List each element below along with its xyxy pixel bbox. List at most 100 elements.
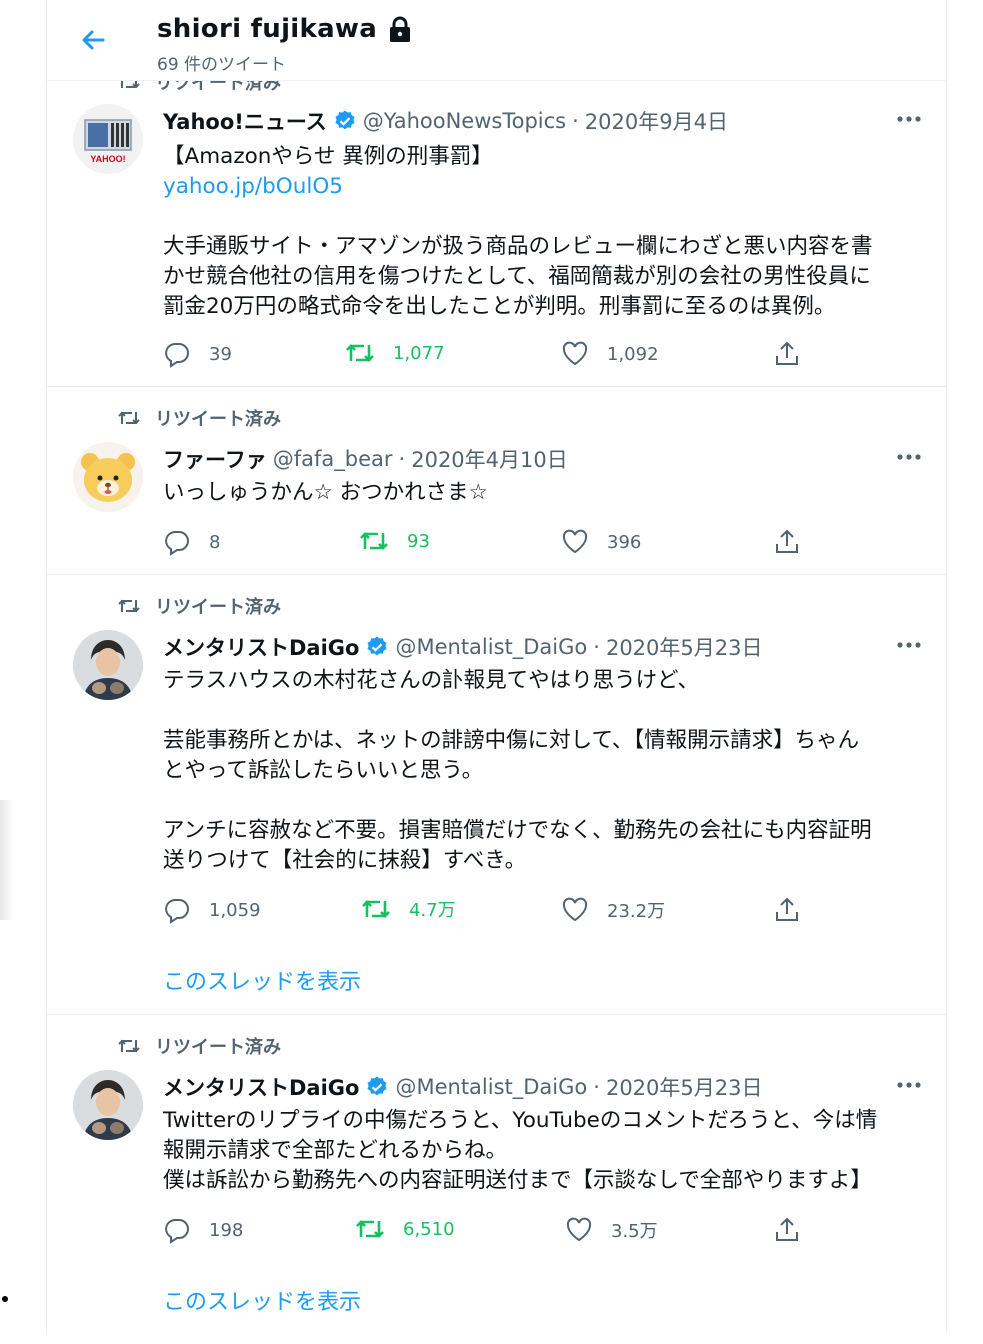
tweet-item[interactable]: リツイート済み メンタリストDaiGo @Mentalist_DaiGo · 2… [47,1014,946,1344]
retweet-icon [346,344,374,362]
tweet-header: Yahoo!ニュース @YahooNewsTopics · 2020年9月4日 [163,106,728,136]
back-button[interactable] [77,24,109,56]
retweet-button[interactable]: 6,510 [355,1216,455,1242]
retweet-icon [118,599,140,613]
avatar[interactable] [73,1070,143,1140]
text-line: アンチに容赦など不要。損害賠償だけでなく、勤務先の会社にも内容証明 [163,818,872,843]
text-line: 送りつけて【社会的に抹殺】すべき。 [163,848,527,873]
like-icon [562,341,588,366]
author-handle[interactable]: @fafa_bear [273,447,393,471]
retweet-indicator: リツイート済み [117,594,281,618]
tweet-link[interactable]: yahoo.jp/bOulO5 [163,172,913,202]
text-line: 芸能事務所とかは、ネットの誹謗中傷に対して、【情報開示請求】ちゃん [163,728,860,753]
retweet-label: リツイート済み [155,409,281,430]
show-thread-link[interactable]: このスレッドを表示 [163,1284,361,1316]
svg-text:YAHOO!: YAHOO! [90,154,125,164]
lock-icon [390,16,411,42]
text-line: Twitterのリプライの中傷だろうと、YouTubeのコメントだろうと、今は情 [163,1108,878,1133]
retweet-button[interactable]: 93 [359,528,430,554]
reply-icon [165,531,189,556]
reply-icon [165,899,189,924]
reply-count: 8 [209,531,221,553]
share-icon [776,341,798,365]
tweet-item[interactable]: リツイート済み YAHOO! Yahoo!ニュース @YahooNewsTopi… [47,60,946,387]
tweet-item[interactable]: リツイート済み メンタリストDaiGo @Mentalist_DaiGo · 2… [47,574,946,1015]
share-button[interactable] [773,340,801,368]
share-button[interactable] [773,528,801,556]
retweet-count: 93 [407,530,430,552]
more-icon[interactable] [896,452,922,462]
reply-button[interactable]: 1,059 [163,896,261,924]
verified-icon [335,110,355,130]
retweet-button[interactable]: 4.7万 [361,896,456,922]
reply-icon [165,343,189,368]
like-icon [562,529,588,554]
like-count: 396 [607,531,642,553]
reply-button[interactable]: 8 [163,528,220,556]
text-line: テラスハウスの木村花さんの訃報見てやはり思うけど、 [163,668,699,693]
tweet-text: Twitterのリプライの中傷だろうと、YouTubeのコメントだろうと、今は情… [163,1106,913,1196]
avatar[interactable]: YAHOO! [73,104,143,174]
retweet-icon [118,1039,140,1053]
profile-name: shiori fujikawa [157,14,378,44]
more-icon[interactable] [896,1080,922,1090]
like-button[interactable]: 396 [561,528,641,556]
yahoo-news-logo: YAHOO! [84,119,132,164]
separator-dot: · [593,1075,600,1099]
like-button[interactable]: 1,092 [561,340,659,368]
reply-button[interactable]: 39 [163,340,232,368]
share-button[interactable] [773,896,801,924]
avatar[interactable] [73,442,143,512]
more-icon[interactable] [896,640,922,650]
tweet-date[interactable]: 2020年5月23日 [606,632,763,662]
like-icon [562,897,588,922]
like-button[interactable]: 23.2万 [561,896,665,924]
retweet-label: リツイート済み [155,597,281,618]
tweet-header: メンタリストDaiGo @Mentalist_DaiGo · 2020年5月23… [163,1072,762,1102]
profile-header: shiori fujikawa 69 件のツイート [47,0,946,81]
text-line: 【Amazonやらせ 異例の刑事罰】 [163,144,493,169]
reply-button[interactable]: 198 [163,1216,243,1244]
timeline-column: shiori fujikawa 69 件のツイート リツイート済み YAHOO! [46,0,947,1332]
like-count: 23.2万 [607,901,666,922]
author-handle[interactable]: @Mentalist_DaiGo [395,635,587,659]
separator-dot: · [398,447,406,471]
tweet-date[interactable]: 2020年5月23日 [606,1072,763,1102]
back-arrow-icon [82,30,105,50]
more-icon[interactable] [896,114,922,124]
tweet-actions: 198 6,510 3.5万 [163,1216,803,1244]
like-icon [566,1217,592,1242]
retweet-icon [356,1220,384,1238]
retweet-icon [118,411,140,425]
author-name[interactable]: Yahoo!ニュース [163,106,327,136]
tweet-header: ファーファ @fafa_bear · 2020年4月10日 [163,444,568,474]
show-thread-link[interactable]: このスレッドを表示 [163,964,361,996]
author-name[interactable]: メンタリストDaiGo [163,632,359,662]
reply-icon [165,1219,189,1244]
retweet-label: リツイート済み [155,1037,281,1058]
share-button[interactable] [773,1216,801,1244]
author-handle[interactable]: @YahooNewsTopics [363,109,566,133]
retweet-count: 6,510 [403,1218,455,1240]
separator-dot: · [593,635,600,659]
retweet-button[interactable]: 1,077 [345,340,445,366]
text-line: 僕は訴訟から勤務先への内容証明送付まで【示談なしで全部やりますよ】 [163,1168,872,1193]
tweet-item[interactable]: リツイート済み ファーファ @fafa_bear · 2020年4月10日 いっ [47,386,946,575]
tweet-date[interactable]: 2020年9月4日 [585,106,728,136]
author-name[interactable]: ファーファ [163,444,267,474]
retweet-count: 4.7万 [409,900,456,921]
tweet-date[interactable]: 2020年4月10日 [411,444,568,474]
tweet-count: 69 件のツイート [157,55,287,75]
author-handle[interactable]: @Mentalist_DaiGo [395,1075,587,1099]
edge-dot [2,1296,8,1302]
author-name[interactable]: メンタリストDaiGo [163,1072,359,1102]
bear-avatar-image [81,453,135,502]
retweet-indicator: リツイート済み [117,406,281,430]
avatar[interactable] [73,630,143,700]
tweet-text: 【Amazonやらせ 異例の刑事罰】 yahoo.jp/bOulO5 大手通販サ… [163,142,913,322]
verified-icon [367,1076,387,1096]
like-button[interactable]: 3.5万 [565,1216,658,1244]
profile-title: shiori fujikawa [157,14,415,44]
